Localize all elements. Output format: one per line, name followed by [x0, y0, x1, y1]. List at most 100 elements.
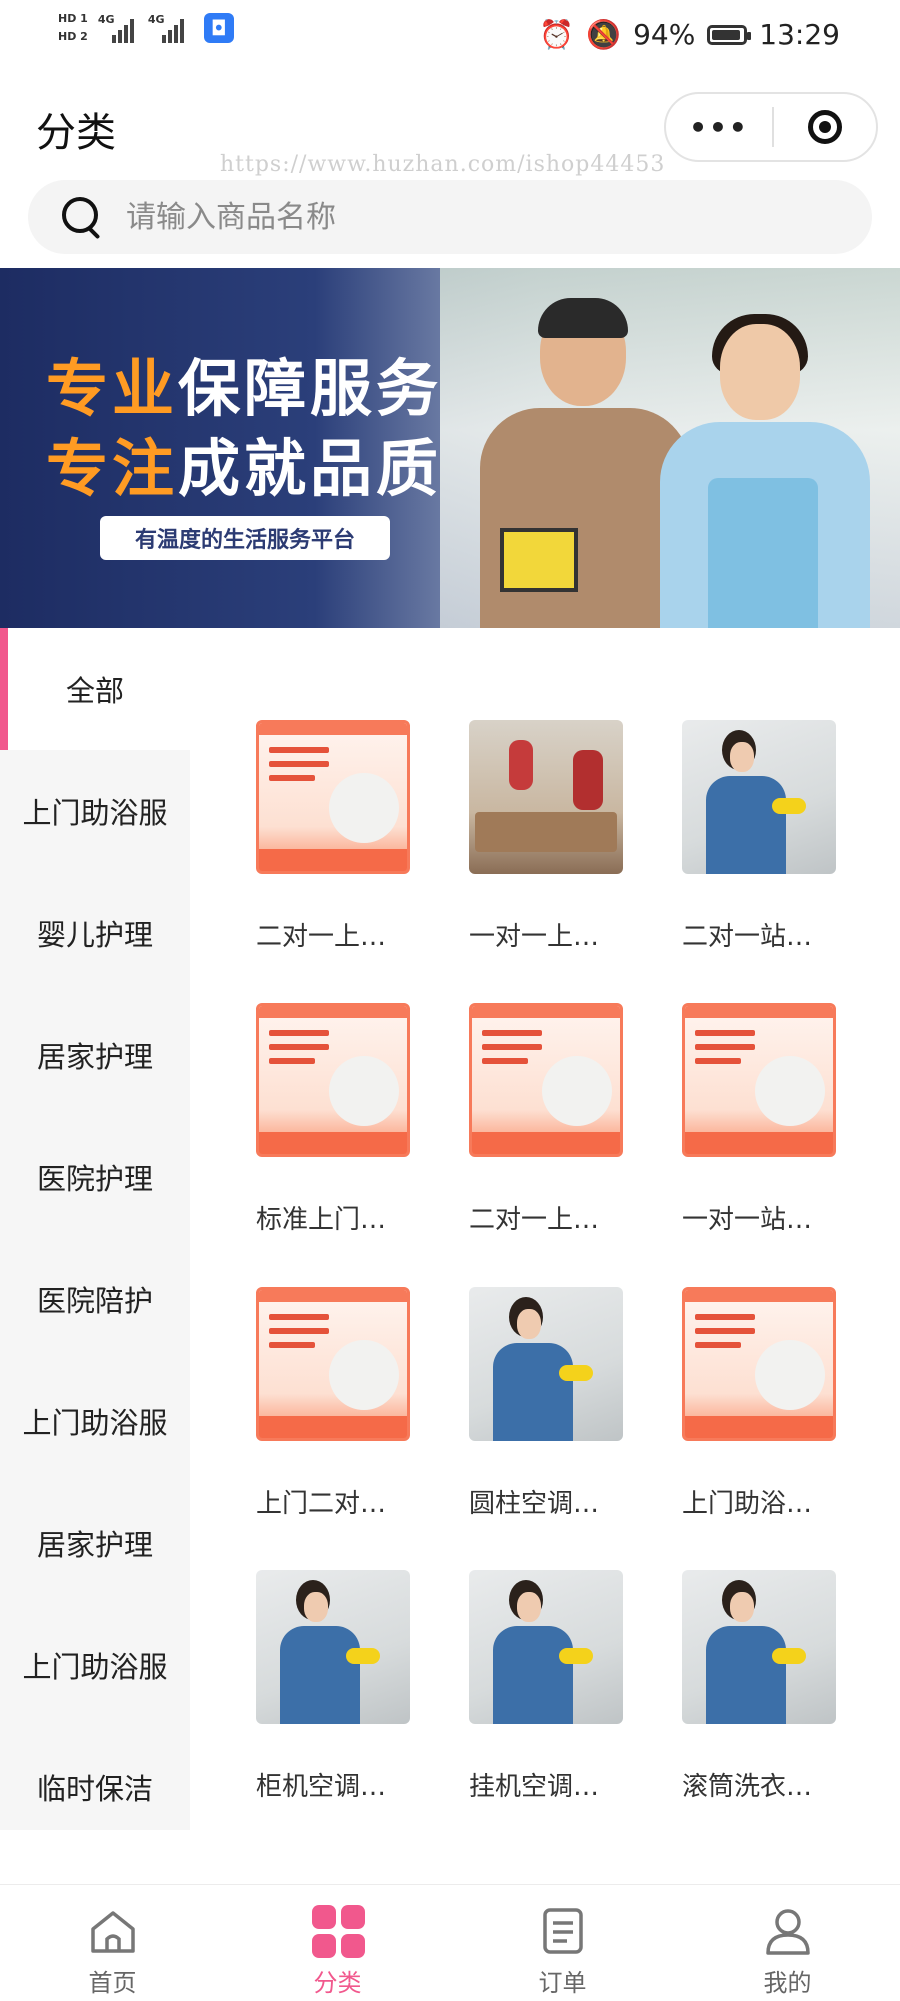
battery-percent: 94%	[633, 18, 696, 51]
sidebar-item-hospital-care[interactable]: 医院护理	[0, 1116, 190, 1238]
product-name: 一对一站…	[682, 1205, 813, 1235]
banner-housekeeper-image	[650, 314, 880, 628]
product-card[interactable]: 二对一站…	[682, 720, 836, 952]
target-icon	[808, 110, 842, 144]
status-bar: HD 1 HD 2 4G 4G ◘ ⏰ 🔕 94% 13:29	[0, 0, 900, 76]
tab-home[interactable]: 首页	[0, 1885, 225, 2001]
sidebar-item-all[interactable]: 全部	[0, 628, 190, 750]
product-image	[469, 720, 623, 874]
sim1-label: HD 1	[58, 12, 88, 25]
product-card[interactable]: 上门助浴…	[682, 1287, 836, 1519]
product-card[interactable]: 二对一上…	[469, 1003, 623, 1235]
bottom-tab-bar: 首页 分类 订单 我的	[0, 1884, 900, 2001]
product-name: 上门助浴…	[682, 1489, 813, 1519]
signal-icon: 4G	[98, 13, 138, 43]
more-button[interactable]: •••	[666, 94, 772, 160]
product-image	[682, 1287, 836, 1441]
user-icon	[762, 1905, 814, 1957]
close-button[interactable]	[774, 94, 876, 160]
product-card[interactable]: 上门二对…	[256, 1287, 410, 1519]
product-card[interactable]: 柜机空调…	[256, 1570, 410, 1802]
miniprogram-capsule: •••	[664, 92, 878, 162]
product-image	[469, 1570, 623, 1724]
tab-label: 订单	[538, 1969, 587, 1997]
product-card[interactable]: 挂机空调…	[469, 1570, 623, 1802]
product-name: 上门二对…	[256, 1489, 387, 1519]
product-name: 柜机空调…	[256, 1772, 387, 1802]
banner-headline-1-accent: 专业	[46, 352, 179, 425]
home-icon	[87, 1905, 139, 1957]
app-notification-icon: ◘	[203, 13, 234, 43]
product-name: 一对一上…	[469, 922, 600, 952]
sidebar-item-bathing-service[interactable]: 上门助浴服	[0, 750, 190, 872]
tab-profile[interactable]: 我的	[675, 1885, 900, 2001]
banner-tagline: 有温度的生活服务平台	[100, 516, 390, 560]
search-bar[interactable]	[28, 180, 872, 254]
alarm-icon: ⏰	[539, 18, 575, 51]
clock: 13:29	[759, 18, 840, 51]
network-type-label-2: 4G	[147, 13, 165, 26]
sidebar-item-label: 临时保洁	[36, 1772, 153, 1806]
product-card[interactable]: 二对一上…	[256, 720, 410, 952]
network-type-label: 4G	[97, 13, 115, 26]
mute-icon: 🔕	[586, 18, 622, 51]
tab-orders[interactable]: 订单	[450, 1885, 675, 2001]
sidebar-item-label: 婴儿护理	[36, 918, 153, 952]
sidebar-item-label: 居家护理	[36, 1528, 153, 1562]
banner-headline-2: 专注成就品质	[46, 418, 442, 508]
banner-headline-1: 专业保障服务	[46, 338, 442, 428]
banner-headline-2-rest: 成就品质	[178, 432, 443, 505]
product-image	[469, 1003, 623, 1157]
product-card[interactable]: 一对一站…	[682, 1003, 836, 1235]
product-card[interactable]: 一对一上…	[469, 720, 623, 952]
page-title: 分类	[36, 110, 116, 156]
product-name: 二对一上…	[256, 922, 387, 952]
tab-label: 分类	[313, 1969, 362, 1997]
product-image	[256, 1570, 410, 1724]
product-image	[682, 720, 836, 874]
sidebar-item-home-care[interactable]: 居家护理	[0, 994, 190, 1116]
sidebar-item-label: 上门助浴服	[22, 1650, 168, 1684]
product-card[interactable]: 滚筒洗衣…	[682, 1570, 836, 1802]
product-name: 滚筒洗衣…	[682, 1772, 813, 1802]
sidebar-item-label: 医院陪护	[36, 1284, 153, 1318]
product-name: 圆柱空调…	[469, 1489, 600, 1519]
product-name: 二对一上…	[469, 1205, 600, 1235]
status-right: ⏰ 🔕 94% 13:29	[539, 18, 840, 51]
sidebar-item-hospital-escort[interactable]: 医院陪护	[0, 1238, 190, 1360]
sim-indicators: HD 1 HD 2	[58, 12, 88, 44]
product-name: 二对一站…	[682, 922, 813, 952]
watermark: https://www.huzhan.com/ishop44453	[220, 152, 666, 177]
search-input[interactable]	[124, 198, 728, 236]
order-icon	[537, 1905, 589, 1957]
product-image	[682, 1570, 836, 1724]
promo-banner[interactable]: 专业保障服务 专注成就品质 有温度的生活服务平台	[0, 268, 900, 628]
sidebar-item-home-care-2[interactable]: 居家护理	[0, 1482, 190, 1604]
sidebar-item-label: 全部	[65, 674, 124, 708]
product-image	[256, 720, 410, 874]
tab-label: 我的	[763, 1969, 812, 1997]
product-image	[256, 1287, 410, 1441]
sidebar-item-label: 医院护理	[36, 1162, 153, 1196]
product-card[interactable]: 标准上门…	[256, 1003, 410, 1235]
search-icon	[62, 197, 102, 240]
sidebar-item-temp-cleaning[interactable]: 临时保洁	[0, 1726, 190, 1848]
tab-category[interactable]: 分类	[225, 1885, 450, 2001]
sidebar-item-label: 居家护理	[36, 1040, 153, 1074]
sidebar-item-label: 上门助浴服	[22, 796, 168, 830]
sidebar-item-bathing-service-2[interactable]: 上门助浴服	[0, 1360, 190, 1482]
category-icon	[312, 1905, 365, 1958]
sidebar-item-bathing-service-3[interactable]: 上门助浴服	[0, 1604, 190, 1726]
sidebar-item-infant-care[interactable]: 婴儿护理	[0, 872, 190, 994]
product-image	[256, 1003, 410, 1157]
banner-headline-1-rest: 保障服务	[178, 352, 443, 425]
status-left: HD 1 HD 2 4G 4G ◘	[58, 12, 234, 44]
product-image	[469, 1287, 623, 1441]
product-name: 标准上门…	[256, 1205, 387, 1235]
product-name: 挂机空调…	[469, 1772, 600, 1802]
category-sidebar: 全部 上门助浴服 婴儿护理 居家护理 医院护理 医院陪护 上门助浴服 居家护理 …	[0, 628, 190, 1830]
product-image	[682, 1003, 836, 1157]
battery-icon	[707, 24, 752, 45]
product-card[interactable]: 圆柱空调…	[469, 1287, 623, 1519]
signal-icon-2: 4G	[148, 13, 188, 43]
